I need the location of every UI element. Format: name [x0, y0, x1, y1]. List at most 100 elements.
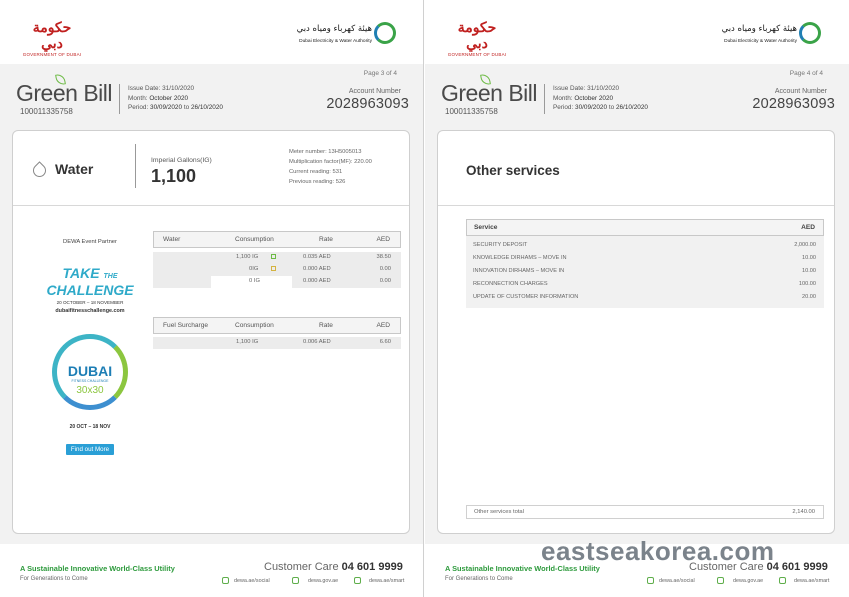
bill-number: 100011335758 — [20, 107, 73, 116]
multiplication-factor: Multiplication factor(MF): 220.00 — [289, 159, 372, 165]
month-label: Month: — [128, 94, 148, 102]
services-total-row: Other services total 2,140.00 — [466, 505, 824, 519]
meter-number: Meter number: 13H5005013 — [289, 149, 362, 155]
meter-details: Meter number: 13H5005013 Multiplication … — [289, 147, 372, 187]
link-smart[interactable]: dewa.ae/smart — [369, 578, 404, 584]
bill-dates: Issue Date: 31/10/2020 Month: October 20… — [553, 84, 648, 113]
customer-care-phone[interactable]: 04 601 9999 — [342, 561, 403, 573]
water-consumption: 1,100 — [151, 166, 197, 186]
customer-care-phone[interactable]: 04 601 9999 — [767, 561, 828, 573]
other-services-header: Other services — [438, 131, 834, 206]
ring-subtitle: FITNESS CHALLENGE — [71, 379, 109, 383]
share-icon — [222, 577, 229, 584]
col-aed: AED — [376, 236, 390, 243]
dewa-logo-english: Dubai Electricity & Water Authority — [724, 39, 797, 44]
col-aed: AED — [376, 322, 390, 329]
link-site[interactable]: dewa.gov.ae — [308, 578, 338, 584]
issue-date-label: Issue Date: — [128, 85, 161, 92]
row-aed: 10.00 — [802, 268, 816, 274]
link-site[interactable]: dewa.gov.ae — [733, 578, 763, 584]
gov-logo-arabic: حكومة دبي — [457, 20, 497, 52]
period-label: Period: — [128, 104, 149, 111]
footer-subline: For Generations to Come — [20, 576, 88, 582]
table-row: INNOVATION DIRHAMS – MOVE IN 10.00 — [466, 265, 824, 278]
share-icon — [647, 577, 654, 584]
month-label: Month: — [553, 94, 573, 102]
row-aed: 0.00 — [379, 278, 391, 284]
previous-reading: Previous reading: 526 — [289, 179, 346, 185]
mobile-icon — [779, 577, 786, 584]
account-number: 2028963093 — [326, 96, 409, 112]
row-aed: 6.60 — [379, 339, 391, 345]
table-row: UPDATE OF CUSTOMER INFORMATION 20.00 — [466, 291, 824, 304]
link-smart[interactable]: dewa.ae/smart — [794, 578, 829, 584]
page-number: Page 4 of 4 — [789, 70, 823, 77]
table-row: 0 IG 0.000 AED 0.00 — [153, 276, 401, 288]
period-to-word: to — [183, 104, 190, 111]
amber-tier-icon — [271, 266, 276, 271]
table-row: SECURITY DEPOSIT 2,000.00 — [466, 239, 824, 252]
period-to: 26/10/2020 — [615, 104, 648, 111]
issue-date-label: Issue Date: — [553, 85, 586, 92]
row-service: RECONNECTION CHARGES — [473, 281, 548, 287]
water-drop-icon — [30, 161, 49, 180]
other-services-table: Service AED SECURITY DEPOSIT 2,000.00 KN… — [466, 219, 824, 308]
col-consumption: Consumption — [235, 236, 274, 243]
link-social[interactable]: dewa.ae/social — [659, 578, 695, 584]
footer-subline: For Generations to Come — [445, 576, 513, 582]
dewa-logo-arabic: هيئة كهرباء ومياه دبي — [721, 24, 797, 34]
col-fuel-surcharge: Fuel Surcharge — [163, 322, 209, 329]
dewa-logo: هيئة كهرباء ومياه دبي Dubai Electricity … — [288, 20, 398, 50]
government-of-dubai-logo: حكومة دبي GOVERNMENT OF DUBAI — [22, 20, 82, 57]
customer-care-label: Customer Care — [264, 561, 339, 573]
green-tier-icon — [271, 254, 276, 259]
watermark: eastseakorea.com — [541, 536, 775, 566]
row-aed: 100.00 — [798, 281, 816, 287]
bill-page-3: حكومة دبي GOVERNMENT OF DUBAI هيئة كهربا… — [0, 0, 424, 597]
services-total-value: 2,140.00 — [792, 509, 815, 515]
mobile-icon — [354, 577, 361, 584]
current-reading: Current reading: 531 — [289, 169, 343, 175]
find-out-more-button[interactable]: Find out More — [65, 444, 115, 455]
dubai-30x30-logo: DUBAI FITNESS CHALLENGE 30x30 — [52, 334, 128, 410]
issue-date: 31/10/2020 — [162, 85, 195, 92]
customer-care: Customer Care 04 601 9999 — [264, 561, 403, 573]
period-from: 30/09/2020 — [150, 104, 183, 111]
government-of-dubai-logo: حكومة دبي GOVERNMENT OF DUBAI — [447, 20, 507, 57]
row-consumption: 1,100 IG — [236, 254, 259, 260]
row-service: SECURITY DEPOSIT — [473, 242, 528, 248]
gov-logo-latin: GOVERNMENT OF DUBAI — [447, 52, 507, 57]
row-service: KNOWLEDGE DIRHAMS – MOVE IN — [473, 255, 567, 261]
account-number-label: Account Number — [774, 88, 827, 95]
row-consumption: 0IG — [249, 266, 259, 272]
col-water: Water — [163, 236, 181, 243]
page-number: Page 3 of 4 — [363, 70, 397, 77]
gov-logo-arabic: حكومة دبي — [32, 20, 72, 52]
account-number: 2028963093 — [752, 96, 835, 112]
water-card: Water Imperial Gallons(IG) 1,100 Meter n… — [12, 130, 410, 534]
other-services-card: Other services Service AED SECURITY DEPO… — [437, 130, 835, 534]
row-aed: 20.00 — [802, 294, 816, 300]
divider — [135, 144, 136, 188]
take-the-challenge-logo: TAKE THE — [35, 266, 145, 283]
fitness-challenge-promo: DEWA Event Partner TAKE THE CHALLENGE 20… — [35, 239, 145, 456]
promo-url[interactable]: dubaifitnesschallenge.com — [35, 308, 145, 314]
ring-number: 30x30 — [76, 385, 104, 396]
other-services-title: Other services — [466, 163, 560, 178]
divider — [544, 84, 545, 114]
row-aed: 2,000.00 — [794, 242, 816, 248]
row-aed: 10.00 — [802, 255, 816, 261]
col-rate: Rate — [319, 236, 333, 243]
link-social[interactable]: dewa.ae/social — [234, 578, 270, 584]
row-consumption: 1,100 IG — [236, 339, 259, 345]
col-aed: AED — [801, 224, 815, 231]
table-row: 1,100 IG 0.006 AED 6.60 — [153, 337, 401, 349]
event-partner-label: DEWA Event Partner — [63, 239, 117, 245]
col-service: Service — [474, 224, 498, 231]
row-rate: 0.006 AED — [303, 339, 331, 345]
gov-logo-latin: GOVERNMENT OF DUBAI — [22, 52, 82, 57]
footer-tagline: A Sustainable Innovative World-Class Uti… — [20, 564, 175, 573]
fuel-table-header: Fuel Surcharge Consumption Rate AED — [153, 317, 401, 334]
promo-challenge: CHALLENGE — [46, 282, 134, 298]
bill-number: 100011335758 — [445, 107, 498, 116]
